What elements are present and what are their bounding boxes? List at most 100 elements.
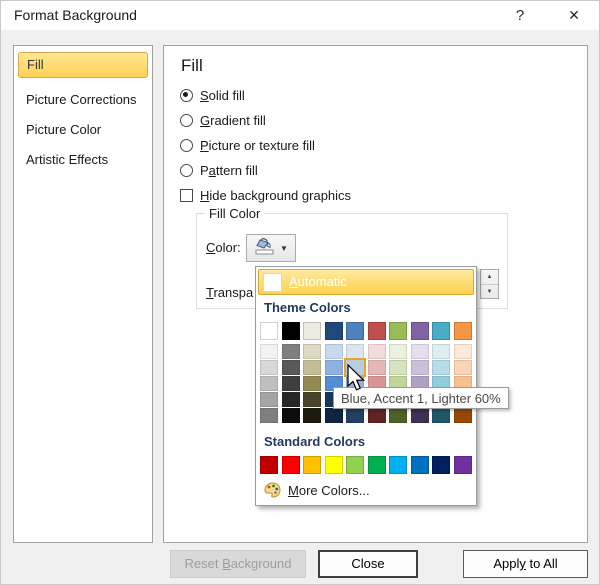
spinner-down-icon[interactable]: ▼: [481, 284, 498, 299]
menu-item-more-colors[interactable]: More Colors...: [258, 479, 476, 504]
color-variant-swatch[interactable]: [411, 360, 429, 375]
color-variant-swatch[interactable]: [303, 392, 321, 407]
color-picker-button[interactable]: ▼: [246, 234, 296, 262]
radio-button-icon[interactable]: [180, 89, 193, 102]
standard-color-swatch[interactable]: [389, 456, 407, 474]
sidebar-item-picture-corrections[interactable]: Picture Corrections: [26, 92, 137, 107]
theme-variant-column: [368, 344, 386, 423]
standard-color-swatch[interactable]: [303, 456, 321, 474]
theme-color-swatch[interactable]: [432, 322, 450, 340]
theme-color-swatch[interactable]: [282, 322, 300, 340]
standard-color-swatch[interactable]: [368, 456, 386, 474]
standard-color-swatch[interactable]: [260, 456, 278, 474]
color-variant-swatch[interactable]: [282, 408, 300, 423]
theme-color-swatch[interactable]: [260, 322, 278, 340]
reset-background-button[interactable]: Reset Background: [170, 550, 306, 578]
color-variant-swatch[interactable]: [282, 376, 300, 391]
theme-colors-row: [260, 322, 472, 340]
automatic-color-swatch: [263, 273, 282, 292]
color-variant-swatch[interactable]: [454, 408, 472, 423]
help-icon[interactable]: ?: [502, 3, 538, 28]
color-variant-swatch[interactable]: [454, 360, 472, 375]
theme-color-swatch[interactable]: [303, 322, 321, 340]
color-variant-swatch[interactable]: [411, 408, 429, 423]
color-variant-swatch[interactable]: [454, 344, 472, 359]
theme-variant-column: [260, 344, 278, 423]
theme-color-swatch[interactable]: [368, 322, 386, 340]
color-variant-swatch[interactable]: [282, 392, 300, 407]
color-variant-swatch[interactable]: [432, 360, 450, 375]
radio-button-icon[interactable]: [180, 139, 193, 152]
color-variant-swatch[interactable]: [346, 344, 364, 359]
radio-button-icon[interactable]: [180, 114, 193, 127]
theme-variant-column: [282, 344, 300, 423]
theme-color-swatch[interactable]: [325, 322, 343, 340]
color-variant-swatch[interactable]: [303, 408, 321, 423]
chevron-down-icon[interactable]: ▼: [280, 244, 288, 253]
menu-item-automatic[interactable]: Automatic: [258, 269, 474, 295]
color-variant-swatch[interactable]: [432, 344, 450, 359]
color-variant-swatch[interactable]: [432, 408, 450, 423]
theme-color-swatch[interactable]: [411, 322, 429, 340]
color-variant-swatch[interactable]: [260, 376, 278, 391]
checkbox-hide-background-graphics[interactable]: Hide background graphics: [180, 188, 351, 206]
color-variant-swatch[interactable]: [368, 360, 386, 375]
dialog-title: Format Background: [14, 7, 137, 23]
transparency-spinner[interactable]: ▲ ▼: [480, 269, 499, 299]
color-variant-swatch[interactable]: [346, 408, 364, 423]
color-variant-swatch[interactable]: [282, 344, 300, 359]
more-colors-label: More Colors...: [288, 483, 370, 498]
color-variant-swatch[interactable]: [260, 392, 278, 407]
theme-variant-column: [389, 344, 407, 423]
theme-color-swatch[interactable]: [454, 322, 472, 340]
color-variant-swatch[interactable]: [303, 360, 321, 375]
theme-variant-column: [325, 344, 343, 423]
color-dropdown-menu: Automatic Theme Colors Standard Colors M…: [255, 266, 477, 506]
sidebar-item-picture-color[interactable]: Picture Color: [26, 122, 101, 137]
sidebar-item-fill[interactable]: Fill: [18, 52, 148, 78]
color-variant-swatch[interactable]: [260, 408, 278, 423]
radio-solid-fill[interactable]: Solid fill: [180, 88, 245, 106]
theme-color-swatch[interactable]: [346, 322, 364, 340]
apply-to-all-button[interactable]: Apply to All: [463, 550, 588, 578]
standard-color-swatch[interactable]: [346, 456, 364, 474]
radio-picture-or-texture-fill[interactable]: Picture or texture fill: [180, 138, 315, 156]
radio-button-icon[interactable]: [180, 164, 193, 177]
theme-color-variants-grid: [260, 344, 472, 423]
radio-label: Pattern fill: [200, 163, 258, 178]
color-variant-swatch[interactable]: [325, 360, 343, 375]
color-variant-swatch[interactable]: [260, 360, 278, 375]
standard-color-swatch[interactable]: [432, 456, 450, 474]
color-variant-swatch[interactable]: [303, 344, 321, 359]
checkbox-icon[interactable]: [180, 189, 193, 202]
color-variant-swatch[interactable]: [389, 360, 407, 375]
close-button[interactable]: Close: [318, 550, 418, 578]
color-variant-swatch[interactable]: [411, 344, 429, 359]
color-variant-swatch[interactable]: [389, 408, 407, 423]
transparency-label: Transpa: [206, 285, 253, 300]
theme-color-swatch[interactable]: [389, 322, 407, 340]
radio-label: Picture or texture fill: [200, 138, 315, 153]
color-variant-swatch[interactable]: [368, 344, 386, 359]
radio-gradient-fill[interactable]: Gradient fill: [180, 113, 266, 131]
color-variant-swatch[interactable]: [303, 376, 321, 391]
color-variant-swatch[interactable]: [260, 344, 278, 359]
color-variant-swatch[interactable]: [368, 408, 386, 423]
sidebar-item-artistic-effects[interactable]: Artistic Effects: [26, 152, 108, 167]
close-icon[interactable]: ✕: [556, 3, 592, 28]
paint-bucket-icon: [254, 237, 276, 260]
standard-color-swatch[interactable]: [411, 456, 429, 474]
category-sidebar: Fill Picture Corrections Picture Color A…: [13, 45, 153, 543]
standard-color-swatch[interactable]: [282, 456, 300, 474]
radio-pattern-fill[interactable]: Pattern fill: [180, 163, 258, 181]
automatic-label: Automatic: [289, 274, 347, 289]
standard-color-swatch[interactable]: [454, 456, 472, 474]
color-variant-swatch[interactable]: [325, 408, 343, 423]
theme-colors-header: Theme Colors: [264, 300, 351, 315]
color-variant-swatch[interactable]: [282, 360, 300, 375]
color-variant-swatch[interactable]: [325, 344, 343, 359]
color-variant-swatch[interactable]: [389, 344, 407, 359]
spinner-up-icon[interactable]: ▲: [481, 270, 498, 284]
standard-color-swatch[interactable]: [325, 456, 343, 474]
page-title: Fill: [181, 56, 203, 76]
